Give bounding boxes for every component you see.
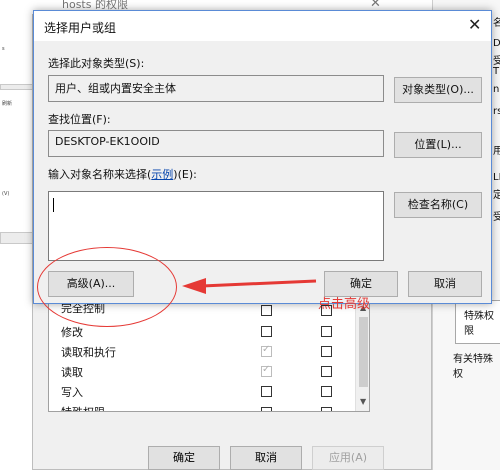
dialog-title: 选择用户或组 (44, 21, 117, 35)
object-type-label: 选择此对象类型(S): (48, 57, 145, 70)
permission-row: 特殊权限 (49, 401, 355, 411)
special-permissions-box: 特殊权限 (455, 300, 500, 344)
object-types-button[interactable]: 对象类型(O)... (394, 77, 482, 103)
right-fragment: 受 (493, 56, 500, 67)
permission-row: 读取和执行 (49, 341, 355, 361)
right-fragment: 用 (493, 146, 500, 157)
deny-checkbox[interactable] (321, 366, 332, 377)
object-names-label: 输入对象名称来选择(示例)(E): (48, 166, 197, 182)
allow-checkbox-disabled (261, 344, 272, 357)
allow-checkbox[interactable] (261, 407, 272, 411)
allow-checkbox[interactable] (261, 386, 272, 397)
left-fragment-2: 刷新 (2, 101, 13, 107)
location-label: 查找位置(F): (48, 113, 111, 126)
object-type-field: 用户、组或内置安全主体 (48, 75, 384, 102)
location-field: DESKTOP-EK1OOID (48, 130, 384, 157)
close-icon[interactable]: ✕ (468, 15, 481, 34)
right-fragment: TE (493, 66, 500, 77)
permission-row: 读取 (49, 361, 355, 381)
permission-row: 写入 (49, 381, 355, 401)
annotation-text: 点击高级 (318, 297, 371, 312)
right-fragment: 名 (493, 18, 500, 29)
names-label-suffix: )(E): (173, 168, 197, 181)
background-cancel-button[interactable]: 取消 (230, 446, 302, 470)
locations-button[interactable]: 位置(L)... (394, 132, 482, 158)
permission-name: 修改 (61, 326, 83, 339)
allow-checkbox-disabled (261, 364, 272, 377)
text-caret (53, 198, 54, 212)
scrollbar-thumb[interactable] (359, 317, 368, 387)
check-names-button[interactable]: 检查名称(C) (394, 192, 482, 218)
permission-name: 特殊权限 (61, 404, 105, 411)
names-label-prefix: 输入对象名称来选择( (48, 168, 152, 181)
dialog-titlebar: 选择用户或组 ✕ (34, 11, 491, 41)
allow-checkbox[interactable] (261, 326, 272, 337)
examples-link[interactable]: 示例 (151, 168, 173, 181)
right-fragment: ni (493, 84, 500, 95)
red-arrow-icon (182, 278, 317, 294)
background-apply-button: 应用(A) (312, 446, 384, 470)
chevron-down-icon[interactable]: ▼ (360, 397, 366, 406)
highlight-ellipse (37, 247, 177, 327)
permission-name: 写入 (61, 386, 83, 399)
background-ok-button[interactable]: 确定 (148, 446, 220, 470)
permission-name: 读取 (61, 366, 83, 379)
right-fragment: D (493, 38, 500, 49)
right-fragment: rs (493, 106, 500, 117)
permission-name: 读取和执行 (61, 346, 116, 359)
deny-checkbox[interactable] (321, 346, 332, 357)
special-permissions-note: 有关特殊权 (453, 354, 493, 380)
deny-checkbox[interactable] (321, 326, 332, 337)
right-fragment: 受 (493, 212, 500, 223)
permission-scrollbar[interactable]: ▲ ▼ (355, 301, 369, 411)
special-permissions-label: 特殊权限 (464, 311, 494, 337)
left-fragment-1: s (2, 46, 5, 52)
allow-checkbox[interactable] (261, 305, 272, 316)
right-fragment: LI (493, 172, 500, 183)
deny-checkbox[interactable] (321, 386, 332, 397)
right-fragment: 定 (493, 190, 500, 201)
dialog-cancel-button[interactable]: 取消 (408, 271, 482, 297)
deny-checkbox[interactable] (321, 407, 332, 411)
left-fragment-3: (V) (2, 191, 10, 197)
